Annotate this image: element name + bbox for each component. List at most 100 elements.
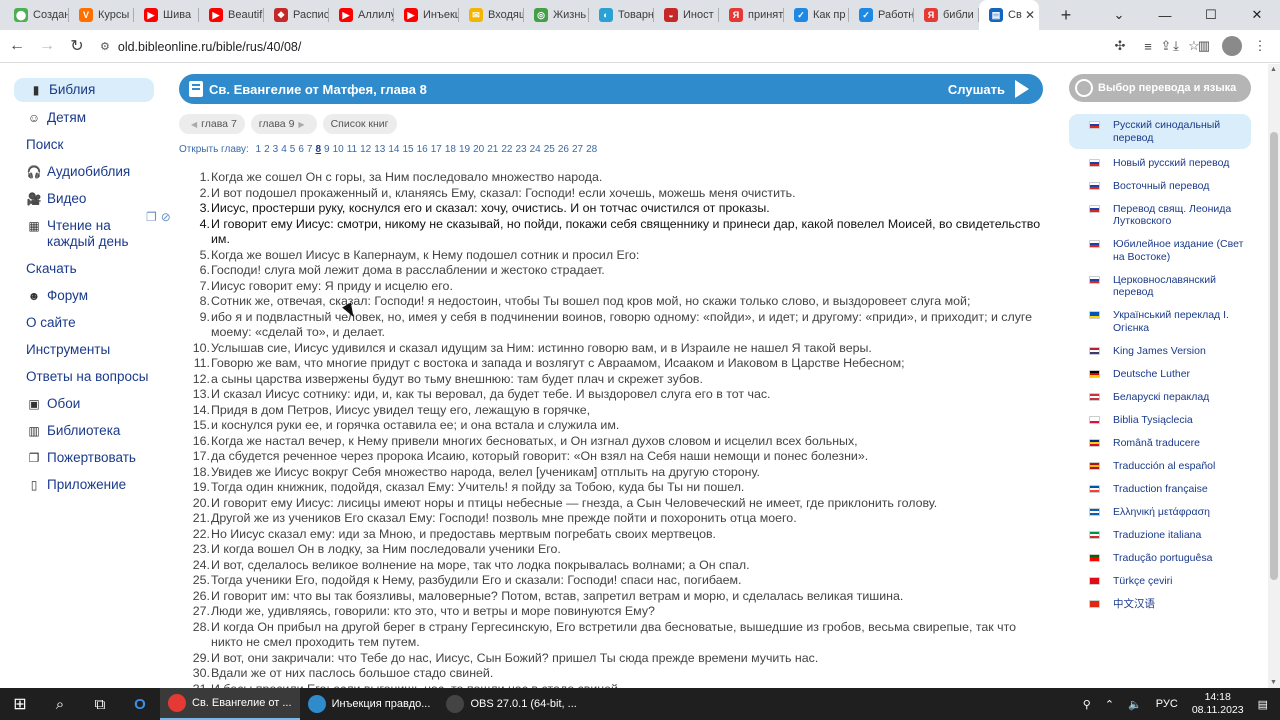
sidebar-item[interactable]: ☺ Детям: [14, 108, 154, 128]
translation-item[interactable]: Traducción al español: [1069, 457, 1251, 476]
scroll-up-icon[interactable]: ▲: [1270, 66, 1277, 73]
chapter-link[interactable]: 22: [501, 144, 512, 155]
translation-item[interactable]: Новый русский перевод: [1069, 154, 1251, 173]
translation-item[interactable]: Traduction française: [1069, 480, 1251, 499]
chapter-link[interactable]: 18: [445, 144, 456, 155]
extensions-icon[interactable]: ✣: [1110, 34, 1130, 58]
browser-tab[interactable]: ▶ Аллилу: [329, 0, 394, 30]
chapter-link[interactable]: 7: [307, 144, 313, 155]
tab-search-icon[interactable]: ⌄: [1096, 0, 1142, 30]
window-close-icon[interactable]: ✕: [1234, 0, 1280, 30]
sidebar-item[interactable]: ▮ Библия: [14, 78, 154, 102]
chapter-link[interactable]: 15: [402, 144, 413, 155]
chapter-link[interactable]: 25: [544, 144, 555, 155]
forward-icon[interactable]: →: [34, 33, 60, 59]
chapter-link[interactable]: 4: [281, 144, 287, 155]
address-bar[interactable]: ⚙ old.bibleonline.ru/bible/rus/40/08/: [92, 34, 1116, 59]
chapter-link[interactable]: 2: [264, 144, 270, 155]
translation-item[interactable]: Церковнославянский перевод: [1069, 271, 1251, 302]
back-icon[interactable]: ←: [4, 33, 30, 59]
hide-icon[interactable]: ⊘: [161, 210, 171, 224]
translation-item[interactable]: Traduzione italiana: [1069, 526, 1251, 545]
menu-icon[interactable]: ⋮: [1250, 34, 1270, 58]
speaker-icon[interactable]: 🔈: [1128, 698, 1142, 711]
scrollbar-thumb[interactable]: [1270, 132, 1278, 580]
translation-item[interactable]: King James Version: [1069, 342, 1251, 361]
choose-translation-button[interactable]: Выбор перевода и языка: [1069, 74, 1251, 102]
chapter-link[interactable]: 9: [324, 144, 330, 155]
browser-tab[interactable]: ▶ Шива: [134, 0, 199, 30]
browser-tab-active[interactable]: ▤ Св ✕: [979, 0, 1039, 30]
sidebar-item[interactable]: ▦ Чтение на каждый день: [14, 216, 154, 252]
sidebar-item[interactable]: ☻ Форум: [14, 286, 154, 306]
browser-tab[interactable]: ⬤ Создан: [4, 0, 69, 30]
maximize-icon[interactable]: ☐: [1188, 0, 1234, 30]
chapter-link[interactable]: 27: [572, 144, 583, 155]
prev-chapter-button[interactable]: ◀ глава 7: [179, 114, 245, 134]
close-icon[interactable]: ✕: [1025, 8, 1035, 22]
sidebar-item[interactable]: ❐ Пожертвовать: [14, 448, 154, 468]
new-tab-button[interactable]: +: [1051, 0, 1081, 30]
browser-tab[interactable]: Япринят: [719, 0, 784, 30]
browser-tab[interactable]: ◐ Товарн: [589, 0, 654, 30]
chapter-link[interactable]: 11: [347, 144, 357, 155]
browser-tab[interactable]: ▶ Beautif: [199, 0, 264, 30]
chapter-link[interactable]: 14: [388, 144, 399, 155]
media-icon[interactable]: ≡: [1138, 34, 1158, 58]
minimize-icon[interactable]: —: [1142, 0, 1188, 30]
browser-tab[interactable]: ◒ Иност: [654, 0, 719, 30]
chapter-link[interactable]: 24: [530, 144, 541, 155]
sidebar-item[interactable]: ▯ Приложение: [14, 475, 154, 495]
sidepanel-icon[interactable]: ▥: [1194, 34, 1214, 58]
language-indicator[interactable]: РУС: [1156, 698, 1178, 710]
browser-tab[interactable]: ◎ Жизнь: [524, 0, 589, 30]
listen-button[interactable]: Слушать: [948, 80, 1029, 98]
translation-item[interactable]: Восточный перевод: [1069, 177, 1251, 196]
chapter-link[interactable]: 6: [298, 144, 304, 155]
scroll-down-icon[interactable]: ▼: [1270, 679, 1277, 686]
chapter-link[interactable]: 1: [256, 144, 262, 155]
translation-item[interactable]: Русский синодальный перевод: [1069, 114, 1251, 149]
sidebar-item[interactable]: 🎧 Аудиобиблия: [14, 162, 154, 182]
translation-item[interactable]: Юбилейное издание (Свет на Востоке): [1069, 235, 1251, 266]
browser-tab[interactable]: ❖ Распис: [264, 0, 329, 30]
translation-item[interactable]: Deutsche Luther: [1069, 365, 1251, 384]
chapter-link[interactable]: 19: [459, 144, 470, 155]
url-text[interactable]: old.bibleonline.ru/bible/rus/40/08/: [118, 40, 301, 54]
chapter-link[interactable]: 5: [290, 144, 296, 155]
browser-tab[interactable]: V Курсы: [69, 0, 134, 30]
windows-start-icon[interactable]: ⊞: [0, 688, 40, 720]
translation-item[interactable]: Tradução portuguêsa: [1069, 549, 1251, 568]
chapter-link[interactable]: 23: [515, 144, 526, 155]
outlook-icon[interactable]: O: [120, 688, 160, 720]
people-icon[interactable]: ⚲: [1083, 698, 1091, 711]
chapter-link[interactable]: 17: [431, 144, 442, 155]
sidebar-item[interactable]: Ответы на вопросы: [14, 367, 154, 387]
chapter-link[interactable]: 26: [558, 144, 569, 155]
sidebar-item[interactable]: О сайте: [14, 313, 154, 333]
books-list-button[interactable]: Список книг: [322, 114, 397, 134]
download-icon[interactable]: ⤓: [1166, 34, 1186, 58]
profile-avatar[interactable]: [1222, 36, 1242, 56]
reload-icon[interactable]: ↻: [64, 33, 90, 59]
search-icon[interactable]: ⌕: [40, 688, 80, 720]
translation-item[interactable]: Română traducere: [1069, 434, 1251, 453]
chapter-link[interactable]: 8: [315, 144, 321, 155]
sidebar-item[interactable]: 🎥 Видео: [14, 189, 154, 209]
chapter-link[interactable]: 20: [473, 144, 484, 155]
taskbar-app[interactable]: OBS 27.0.1 (64-bit, ...: [438, 688, 584, 720]
browser-tab[interactable]: Ябибли: [914, 0, 979, 30]
chapter-link[interactable]: 21: [487, 144, 498, 155]
translation-item[interactable]: Biblia Tysiąclecia: [1069, 411, 1251, 430]
browser-tab[interactable]: ▶ Инъекц: [394, 0, 459, 30]
notifications-icon[interactable]: ▤: [1258, 698, 1268, 711]
page-scrollbar[interactable]: ▲ ▼: [1268, 64, 1280, 688]
translation-item[interactable]: 中文汉语: [1069, 595, 1251, 614]
task-view-icon[interactable]: ⧉: [80, 688, 120, 720]
chapter-link[interactable]: 3: [273, 144, 279, 155]
next-chapter-button[interactable]: глава 9 ▶: [250, 114, 317, 134]
chapter-link[interactable]: 16: [417, 144, 428, 155]
chapter-link[interactable]: 12: [360, 144, 371, 155]
sidebar-item[interactable]: Инструменты: [14, 340, 154, 360]
sidebar-item[interactable]: Скачать: [14, 259, 154, 279]
